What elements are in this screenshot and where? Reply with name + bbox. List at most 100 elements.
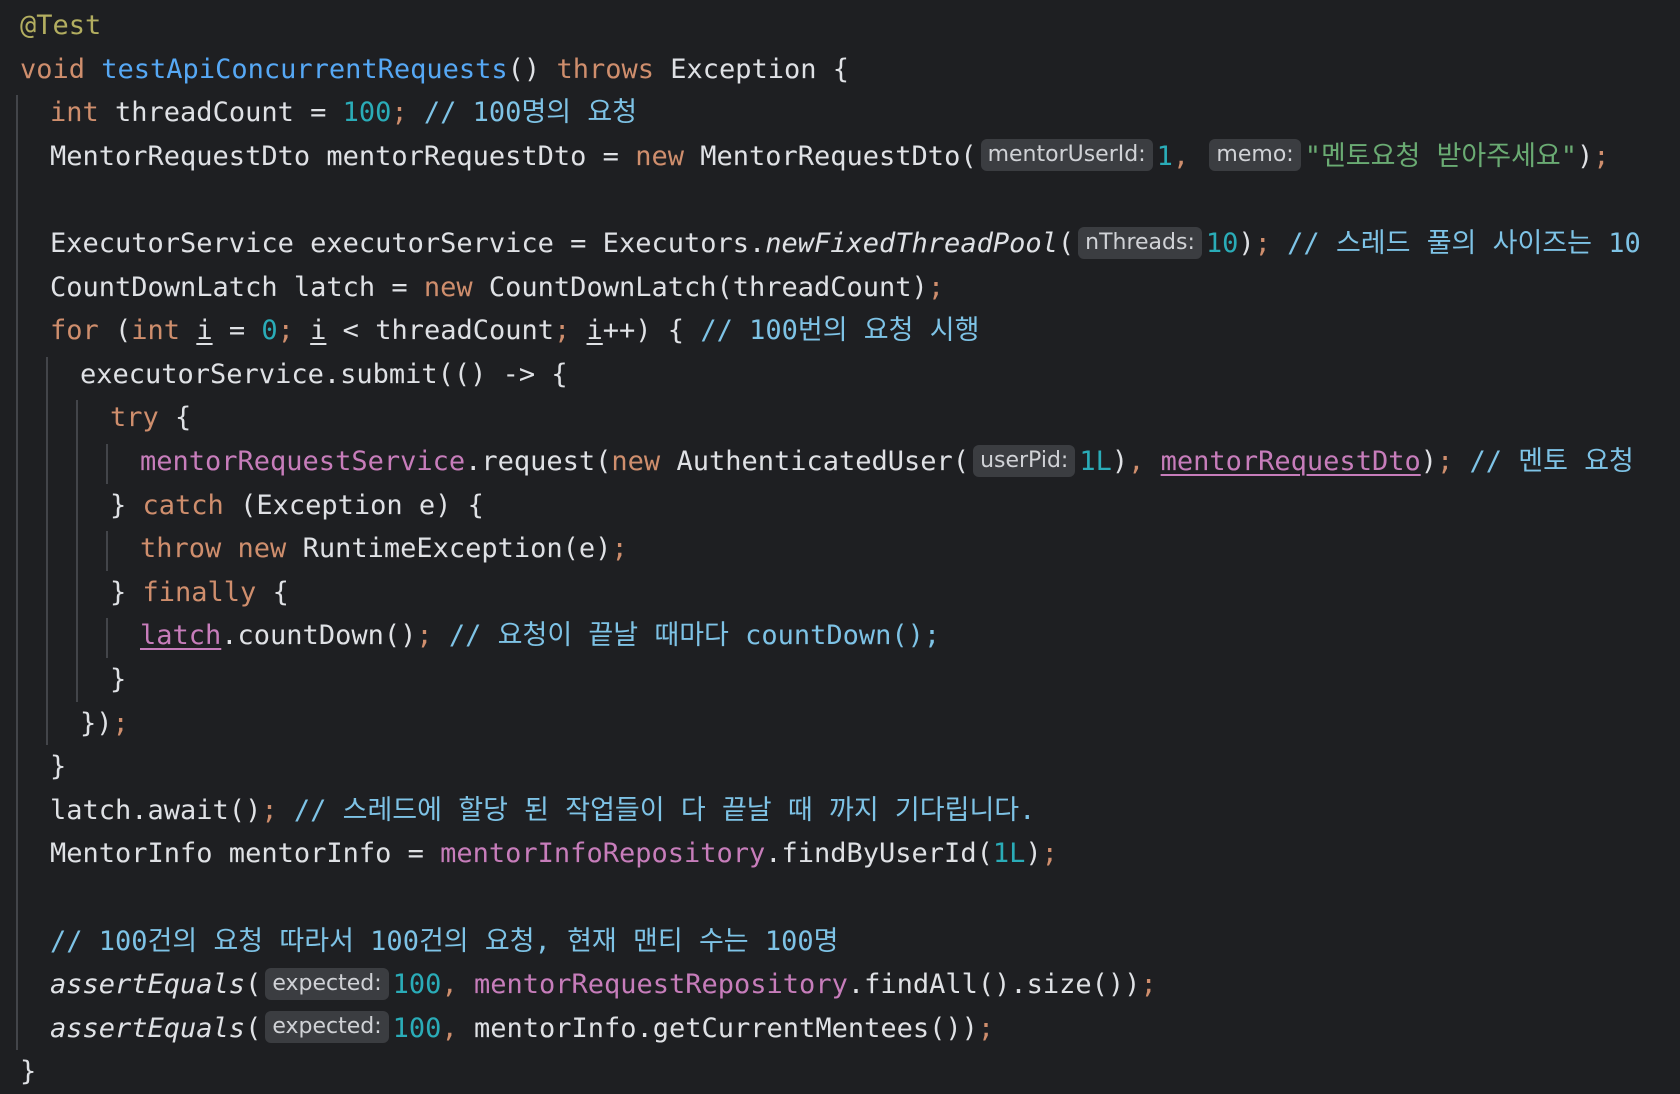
code-token: for — [50, 315, 116, 347]
code-token: (Exception e) { — [240, 489, 484, 521]
code-comment: // 100명의 요청 — [423, 97, 638, 129]
code-line[interactable]: MentorInfo mentorInfo = mentorInfoReposi… — [50, 832, 1058, 876]
code-token: CountDownLatch(threadCount) — [488, 271, 928, 303]
code-line[interactable]: } — [20, 1050, 36, 1094]
code-token: newFixedThreadPool — [765, 228, 1058, 259]
code-token: } — [110, 664, 127, 695]
code-token: ; — [1140, 969, 1157, 1001]
code-line[interactable]: } — [110, 658, 126, 702]
code-line[interactable]: MentorRequestDto mentorRequestDto = new … — [50, 135, 1610, 179]
code-token: 1 — [1156, 140, 1173, 172]
code-line[interactable]: mentorRequestService.request(new Authent… — [140, 440, 1634, 484]
code-line[interactable]: @Test — [20, 4, 101, 48]
parameter-hint: userPid: — [973, 444, 1076, 477]
code-token: mentorRequestRepository — [473, 969, 848, 1001]
code-token: new — [611, 446, 677, 477]
code-token: } — [110, 489, 143, 521]
code-comment: // 스레드 풀의 사이즈는 10 — [1287, 228, 1641, 259]
code-token: MentorRequestDto( — [700, 140, 977, 172]
code-line[interactable]: try { — [110, 396, 191, 440]
code-token: < threadCount — [326, 315, 554, 347]
code-token: } — [50, 751, 67, 783]
code-comment: // 멘토 요청 — [1469, 446, 1634, 477]
code-line[interactable]: latch.await(); // 스레드에 할당 된 작업들이 다 끝날 때 … — [50, 789, 1035, 833]
code-token: ( — [245, 1012, 262, 1044]
code-line[interactable]: throw new RuntimeException(e); — [140, 527, 628, 571]
code-token: 10 — [1205, 228, 1239, 259]
code-token: assertEquals — [50, 969, 246, 1001]
code-token: , — [441, 1012, 474, 1044]
code-token: executorService.submit(() -> { — [80, 358, 568, 390]
code-token: () — [507, 53, 557, 85]
code-token: throws — [556, 53, 671, 85]
code-token: MentorRequestDto mentorRequestDto = — [50, 140, 636, 172]
code-token: testApiConcurrentRequests — [101, 53, 508, 85]
code-token: ( — [245, 969, 262, 1001]
code-token: "멘토요청 받아주세요" — [1304, 140, 1578, 172]
code-token: .findAll().size()) — [847, 969, 1141, 1001]
code-token: 1L — [992, 838, 1026, 870]
code-token: ++) { — [602, 315, 701, 347]
code-token: ; — [1436, 446, 1470, 477]
code-line[interactable]: assertEquals(expected: 100, mentorInfo.ge… — [50, 1007, 994, 1051]
code-line[interactable]: } — [50, 745, 66, 789]
code-line[interactable]: executorService.submit(() -> { — [80, 353, 568, 397]
code-token: AuthenticatedUser( — [676, 446, 970, 477]
code-line[interactable]: CountDownLatch latch = new CountDownLatc… — [50, 266, 944, 310]
code-line[interactable]: // 100건의 요청 따라서 100건의 요청, 현재 맨티 수는 100명 — [50, 920, 838, 964]
code-token: void — [20, 53, 102, 85]
code-line[interactable]: latch.countDown(); // 요청이 끝날 때마다 countDo… — [140, 614, 940, 658]
indent-guide — [16, 95, 18, 1051]
code-line[interactable]: assertEquals(expected: 100, mentorRequest… — [50, 963, 1157, 1007]
code-token: } — [20, 1056, 37, 1088]
code-line[interactable]: for (int i = 0; i < threadCount; i++) { … — [50, 309, 979, 353]
code-token: mentorInfo.getCurrentMentees()) — [473, 1012, 978, 1044]
code-token: ; — [416, 620, 449, 652]
code-token: i — [586, 315, 603, 347]
code-token: catch — [142, 489, 241, 521]
code-token: int — [50, 97, 116, 129]
code-comment: // 요청이 끝날 때마다 countDown(); — [448, 620, 941, 652]
code-token: ) — [1420, 446, 1437, 477]
code-token: ; — [611, 533, 628, 565]
code-token: i — [310, 315, 327, 347]
code-token: mentorRequestService — [140, 446, 466, 477]
code-token: { — [175, 402, 192, 434]
indent-guide — [106, 618, 108, 658]
code-line[interactable]: } catch (Exception e) { — [110, 484, 484, 528]
code-token: assertEquals — [50, 1012, 246, 1044]
code-token: 100 — [342, 97, 392, 129]
code-token: threadCount = — [115, 97, 343, 129]
code-line[interactable]: } finally { — [110, 571, 289, 615]
code-line[interactable]: ExecutorService executorService = Execut… — [50, 222, 1641, 266]
code-token: mentorRequestDto — [1160, 446, 1421, 477]
code-token: ExecutorService executorService = Execut… — [50, 228, 766, 259]
code-token: { — [272, 576, 289, 608]
code-token: ; — [1254, 228, 1288, 259]
parameter-hint: nThreads: — [1078, 226, 1202, 259]
code-token: finally — [142, 576, 273, 608]
parameter-hint: expected: — [265, 1011, 389, 1044]
code-token: latch.await() — [50, 794, 262, 826]
code-token: }) — [80, 707, 113, 739]
code-token: CountDownLatch latch = — [50, 271, 424, 303]
code-line[interactable]: }); — [80, 702, 129, 746]
code-token: 1L — [1079, 446, 1112, 477]
code-token: ; — [1041, 838, 1058, 870]
code-comment: // 스레드에 할당 된 작업들이 다 끝날 때 까지 기다립니다. — [293, 794, 1036, 826]
code-token: RuntimeException(e) — [302, 533, 612, 565]
parameter-hint: mentorUserId: — [980, 139, 1153, 172]
code-editor[interactable]: @Test void testApiConcurrentRequests() th… — [0, 0, 1680, 1094]
code-token: new — [423, 271, 489, 303]
code-token: throw — [140, 533, 238, 565]
code-line[interactable]: void testApiConcurrentRequests() throws … — [20, 48, 849, 92]
code-token: , — [441, 969, 474, 1001]
code-token: , — [1128, 446, 1161, 477]
code-line[interactable]: int threadCount = 100; // 100명의 요청 — [50, 91, 637, 135]
code-token: ; — [261, 794, 294, 826]
code-token: ; — [277, 315, 311, 347]
code-token: 0 — [261, 315, 278, 347]
code-token: ( — [115, 315, 132, 347]
code-token: try — [110, 402, 176, 434]
code-token: ; — [977, 1012, 995, 1044]
